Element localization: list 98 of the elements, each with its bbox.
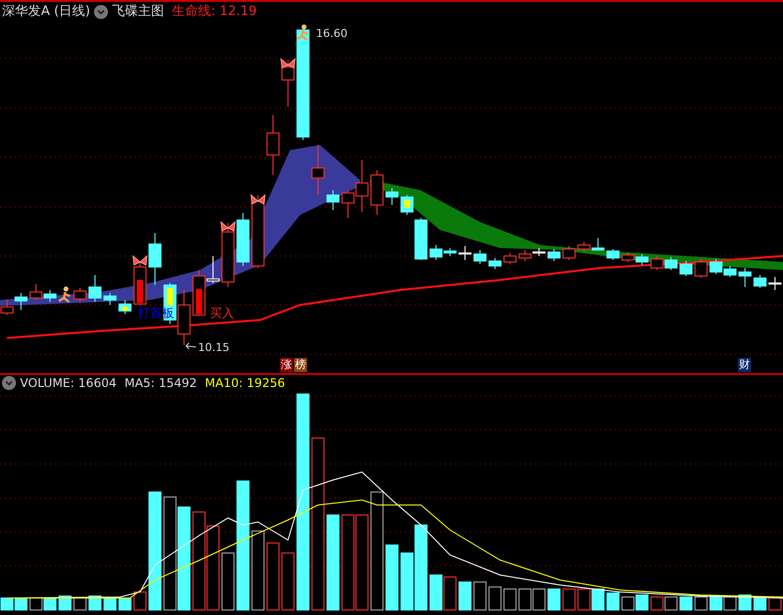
signal-label: 买入	[210, 305, 234, 322]
candlestick	[694, 258, 708, 278]
badge[interactable]: 榜	[294, 358, 307, 372]
candlestick	[488, 258, 502, 270]
candlestick	[414, 218, 428, 260]
candlestick	[504, 252, 516, 264]
candlestick	[178, 290, 190, 346]
volume-bar	[606, 592, 620, 610]
candlestick	[74, 288, 86, 302]
collapse-icon[interactable]	[2, 376, 16, 390]
candlestick	[88, 274, 102, 302]
volume-bar	[104, 598, 116, 610]
volume-bar	[680, 596, 692, 610]
candlestick	[680, 260, 692, 276]
volume-bar	[592, 588, 604, 610]
butterfly-icon	[250, 194, 266, 205]
candlestick	[222, 222, 234, 288]
candlestick	[30, 284, 42, 300]
candlestick	[578, 242, 590, 252]
candlestick	[738, 268, 752, 288]
volume-bar	[622, 596, 634, 610]
volume-bar	[430, 574, 442, 610]
candlestick	[282, 60, 294, 108]
candlestick	[386, 188, 398, 206]
volume-bar	[650, 596, 664, 610]
volume-bar	[562, 588, 576, 610]
candlestick	[622, 252, 634, 262]
candlestick	[44, 290, 56, 302]
volume-bar	[664, 596, 678, 610]
candlestick	[548, 248, 560, 262]
runner-icon	[296, 24, 310, 42]
candlestick	[518, 250, 532, 262]
candlestick	[104, 292, 116, 306]
candlestick	[326, 190, 340, 210]
candlestick	[754, 274, 766, 288]
candlestick	[118, 300, 132, 314]
volume-bar	[134, 592, 146, 610]
volume-bar	[266, 542, 280, 610]
volume-bar	[44, 598, 56, 610]
leader-line	[186, 342, 196, 350]
volume-value: 16604	[78, 374, 116, 392]
volume-bar	[548, 588, 560, 610]
volume-bar	[636, 594, 648, 610]
candlestick	[562, 246, 576, 260]
volume-bar	[14, 598, 28, 610]
badge[interactable]: 涨	[280, 358, 293, 372]
candlestick	[606, 248, 620, 260]
volume-bar	[74, 598, 86, 610]
badge[interactable]: 财	[738, 358, 751, 372]
candlestick	[400, 194, 414, 216]
volume-bar	[724, 596, 736, 610]
volume-bar	[518, 588, 532, 610]
candlestick	[650, 256, 664, 270]
volume-bar	[694, 596, 708, 610]
lifeline-label: 生命线:	[172, 3, 216, 22]
volume-bar	[474, 582, 486, 610]
candlestick	[474, 250, 486, 264]
ma5-label: MA5:	[124, 374, 155, 392]
volume-bar	[532, 588, 546, 610]
volume-bar	[578, 588, 590, 610]
volume-bar	[222, 552, 234, 610]
low-price-label: 10.15	[198, 340, 230, 356]
volume-bar	[444, 576, 456, 610]
candlestick	[14, 292, 28, 310]
candlestick	[236, 212, 250, 266]
collapse-icon[interactable]	[94, 5, 108, 19]
volume-bar	[488, 586, 502, 610]
candlestick	[312, 144, 324, 196]
candlestick	[592, 238, 604, 250]
candlestick	[370, 170, 384, 216]
ma10-value: 19256	[246, 374, 285, 392]
volume-bar	[118, 598, 132, 610]
volume-bar	[282, 552, 294, 610]
candlestick	[134, 262, 146, 306]
candlestick	[664, 256, 678, 270]
lifeline-value: 12.19	[220, 3, 257, 22]
volume-bar	[504, 588, 516, 610]
volume-bar	[710, 596, 722, 610]
candlestick	[266, 114, 280, 176]
candlestick	[458, 246, 472, 260]
candlestick	[636, 254, 648, 266]
high-price-label: 16.60	[316, 26, 348, 42]
volume-bar	[458, 582, 472, 610]
ma10-label: MA10:	[204, 374, 243, 392]
ma5-value: 15492	[158, 374, 197, 392]
candlestick	[532, 248, 546, 256]
volume-bar	[0, 598, 14, 610]
volume-bar	[754, 596, 766, 610]
candlestick	[710, 258, 722, 274]
runner-icon	[58, 286, 72, 304]
candlestick	[724, 266, 736, 278]
volume-bar	[386, 544, 398, 610]
indicator-name: 飞碟主图	[112, 3, 164, 22]
chart-title: 深华发A (日线)	[2, 3, 90, 22]
volume-bar	[30, 598, 42, 610]
butterfly-icon	[280, 58, 296, 69]
volume-label: VOLUME:	[20, 374, 74, 392]
candlestick	[148, 232, 162, 286]
